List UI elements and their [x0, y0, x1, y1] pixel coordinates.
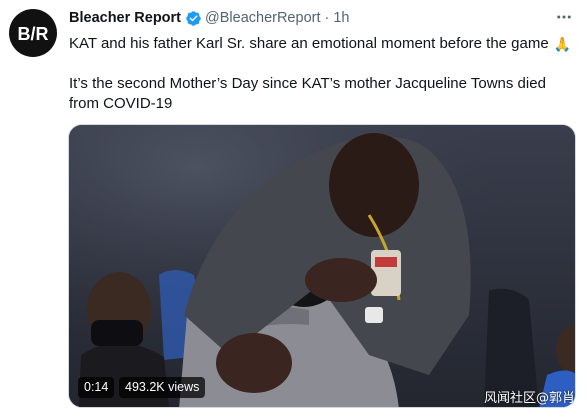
- bleacher-report-logo: B/R: [18, 24, 49, 44]
- video-player[interactable]: 0:14 493.2K views: [68, 124, 576, 408]
- tweet-header: Bleacher Report @BleacherReport · 1h: [69, 8, 577, 28]
- tweet-text-paragraph2: It’s the second Mother’s Day since KAT’s…: [69, 75, 546, 112]
- video-duration: 0:14: [78, 377, 115, 398]
- tweet-timestamp[interactable]: 1h: [333, 10, 349, 26]
- svg-text:B/R: B/R: [18, 24, 49, 44]
- author-handle[interactable]: @BleacherReport: [205, 10, 320, 26]
- verified-badge-icon: [186, 10, 201, 26]
- video-frame: [69, 125, 575, 407]
- watermark: 风闻社区@郭肖: [483, 391, 575, 406]
- separator-dot: ·: [324, 10, 330, 26]
- praying-hands-emoji: 🙏: [553, 36, 572, 52]
- tweet-text: KAT and his father Karl Sr. share an emo…: [69, 34, 577, 114]
- video-views: 493.2K views: [119, 377, 206, 398]
- more-options-button[interactable]: [555, 8, 573, 31]
- author-name[interactable]: Bleacher Report: [69, 10, 181, 26]
- tweet-text-line1: KAT and his father Karl Sr. share an emo…: [69, 35, 549, 52]
- avatar[interactable]: B/R: [9, 9, 57, 57]
- more-dots-icon: [557, 15, 571, 19]
